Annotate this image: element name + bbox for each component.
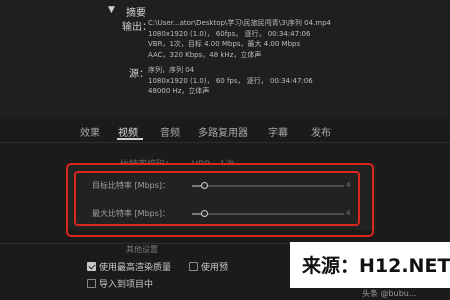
use-preview-checkbox[interactable] bbox=[189, 262, 198, 271]
tab-audio[interactable]: 音频 bbox=[160, 124, 180, 139]
summary-section: ▼ 摘要 输出： C:\User...ator\Desktop\学习\民旅民闯青… bbox=[0, 0, 450, 118]
output-line: 1080x1920 (1.0)， 60fps， 逐行， 00:34:47:06 bbox=[148, 29, 311, 38]
source-line: 48000 Hz，立体声 bbox=[148, 87, 210, 95]
tab-effects[interactable]: 效果 bbox=[80, 124, 100, 139]
max-render-quality-checkbox[interactable] bbox=[87, 262, 96, 271]
highlight-inner-box bbox=[74, 171, 360, 226]
import-to-project-label: 导入到项目中 bbox=[99, 280, 154, 290]
output-line: AAC，320 Kbps，48 kHz，立体声 bbox=[148, 50, 262, 59]
other-settings-title[interactable]: 其他设置 bbox=[126, 244, 158, 255]
tab-publish[interactable]: 发布 bbox=[311, 124, 331, 139]
source-details: 序列，序列 04 1080x1920 (1.0)， 60 fps， 逐行， 00… bbox=[148, 65, 313, 97]
tab-multiplexer[interactable]: 多路复用器 bbox=[198, 124, 248, 139]
chevron-down-icon[interactable]: ▼ bbox=[108, 5, 118, 15]
output-line: C:\User...ator\Desktop\学习\民旅民闯青\3\序列 04.… bbox=[148, 19, 331, 27]
watermark-credit: 头条 @bubu... bbox=[362, 289, 417, 298]
import-to-project-checkbox[interactable] bbox=[87, 279, 96, 288]
use-preview-label: 使用预 bbox=[201, 263, 229, 273]
tab-video[interactable]: 视频 bbox=[118, 124, 138, 139]
tab-divider bbox=[0, 142, 450, 143]
settings-tabs: 效果 视频 音频 多路复用器 字幕 发布 bbox=[0, 120, 450, 142]
tab-captions[interactable]: 字幕 bbox=[268, 124, 288, 139]
source-line: 序列，序列 04 bbox=[148, 66, 195, 74]
export-settings-panel: ▼ 摘要 输出： C:\User...ator\Desktop\学习\民旅民闯青… bbox=[0, 0, 450, 300]
summary-title: 摘要 bbox=[126, 8, 146, 19]
source-line: 1080x1920 (1.0)， 60 fps， 逐行， 00:34:47:06 bbox=[148, 76, 313, 85]
watermark-text: 来源：H12.NET bbox=[302, 255, 450, 277]
max-render-quality-label: 使用最高渲染质量 bbox=[99, 263, 172, 273]
active-tab-indicator bbox=[117, 138, 143, 140]
output-line: VBR，1次，目标 4.00 Mbps，最大 4.00 Mbps bbox=[148, 40, 301, 48]
source-label: 源： bbox=[129, 69, 149, 80]
output-details: C:\User...ator\Desktop\学习\民旅民闯青\3\序列 04.… bbox=[148, 18, 331, 60]
